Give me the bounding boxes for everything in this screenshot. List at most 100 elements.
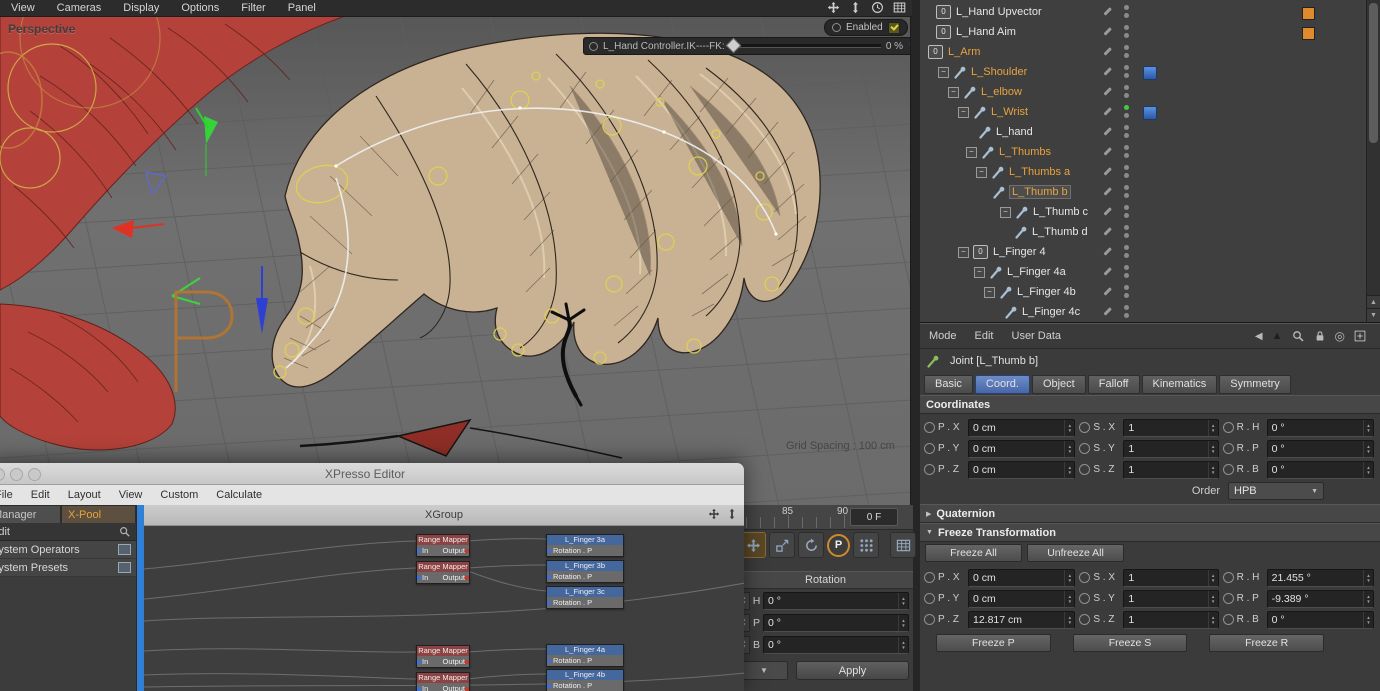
menu-item[interactable]: Filter — [230, 0, 276, 16]
keyframe-circle-icon[interactable] — [1079, 422, 1090, 433]
output-port[interactable] — [465, 687, 469, 691]
updown-icon[interactable] — [849, 1, 862, 14]
field-stepper[interactable]: ▲▼ — [898, 593, 908, 609]
value-input[interactable]: 0 cm ▲▼ — [968, 590, 1075, 608]
menu-item[interactable]: Custom — [151, 489, 207, 501]
range-mapper-node[interactable]: Range Mapper In Output — [416, 672, 470, 691]
menu-item[interactable]: View — [110, 489, 152, 501]
field-stepper[interactable]: ▲▼ — [898, 637, 908, 653]
visibility-dots[interactable] — [1124, 45, 1129, 58]
pool-search-bar[interactable]: Edit — [0, 523, 136, 541]
visibility-dots[interactable] — [1124, 245, 1129, 258]
value-input[interactable]: 1 ▲▼ — [1123, 440, 1218, 458]
ikfk-slider-track[interactable] — [730, 44, 881, 48]
edit-pencil-icon[interactable] — [1102, 67, 1111, 76]
keyframe-circle-icon[interactable] — [1223, 422, 1234, 433]
visibility-dots[interactable] — [1124, 125, 1129, 138]
object-node[interactable]: L_Finger 3a Rotation . P — [546, 534, 624, 557]
object-label[interactable]: L_Wrist — [991, 106, 1028, 118]
freeze-section-header[interactable]: ▼ Freeze Transformation — [920, 523, 1380, 542]
field-stepper[interactable]: ▲▼ — [1064, 420, 1074, 436]
visibility-dots[interactable] — [1124, 185, 1129, 198]
unfreeze-all-button[interactable]: Unfreeze All — [1027, 544, 1124, 562]
field-stepper[interactable]: ▲▼ — [1064, 441, 1074, 457]
field-stepper[interactable]: ▲▼ — [1064, 591, 1074, 607]
parent-axis-icon[interactable]: P — [827, 534, 850, 557]
rotation-input[interactable]: 0 ° ▲▼ — [763, 636, 909, 654]
range-mapper-node[interactable]: Range Mapper In Output — [416, 561, 470, 584]
edit-pencil-icon[interactable] — [1102, 227, 1111, 236]
value-input[interactable]: 1 ▲▼ — [1123, 461, 1218, 479]
rotation-input[interactable]: 0 ° ▲▼ — [763, 614, 909, 632]
keyframe-circle-icon[interactable] — [1079, 443, 1090, 454]
object-label[interactable]: L_Hand Upvector — [956, 6, 1042, 18]
lock-icon[interactable] — [1314, 330, 1326, 342]
output-port[interactable] — [465, 549, 469, 553]
node-ports[interactable]: Rotation . P — [547, 545, 623, 556]
field-stepper[interactable]: ▲▼ — [1208, 591, 1218, 607]
menu-item[interactable]: User Data — [1003, 330, 1071, 342]
value-input[interactable]: 1 ▲▼ — [1123, 419, 1218, 437]
freeze-all-button[interactable]: Freeze All — [925, 544, 1022, 562]
node-canvas[interactable]: Range Mapper In Output Range Mapp — [144, 525, 744, 691]
current-frame-field[interactable]: 0 F — [850, 508, 898, 526]
node-ports[interactable]: In Output — [417, 683, 469, 691]
field-stepper[interactable]: ▲▼ — [1208, 570, 1218, 586]
node-ports[interactable]: In Output — [417, 545, 469, 556]
ikfk-enabled-control[interactable]: Enabled — [824, 19, 908, 36]
edit-pencil-icon[interactable] — [1102, 207, 1111, 216]
menu-item[interactable]: Calculate — [207, 489, 271, 501]
expand-toggle-icon[interactable]: − — [938, 67, 949, 78]
expand-toggle-icon[interactable]: − — [984, 287, 995, 298]
minimize-traffic-light[interactable] — [10, 468, 23, 481]
object-tree-row[interactable]: − L_Finger 4b — [920, 282, 1367, 302]
object-tree-row[interactable]: − L_elbow — [920, 82, 1367, 102]
value-input[interactable]: 21.455 ° ▲▼ — [1267, 569, 1374, 587]
close-traffic-light[interactable] — [0, 468, 5, 481]
scroll-down-icon[interactable]: ▼ — [1367, 308, 1380, 322]
object-tree-row[interactable]: − L_Finger 4a — [920, 262, 1367, 282]
keyframe-circle-icon[interactable] — [1223, 614, 1234, 625]
keyframe-circle-icon[interactable] — [1079, 464, 1090, 475]
object-label[interactable]: L_Finger 4a — [1007, 266, 1066, 278]
value-input[interactable]: 1 ▲▼ — [1123, 590, 1218, 608]
object-node[interactable]: L_Finger 4a Rotation . P — [546, 644, 624, 667]
ik-tag-icon[interactable] — [1143, 106, 1157, 120]
attribute-tab[interactable]: Symmetry — [1219, 375, 1291, 394]
object-label[interactable]: L_Thumb c — [1033, 206, 1088, 218]
object-tree-row[interactable]: − L_Shoulder — [920, 62, 1367, 82]
ikfk-slider-control[interactable]: L_Hand Controller.IK----FK: 0 % ▼ — [583, 37, 912, 55]
value-input[interactable]: 0 cm ▲▼ — [968, 569, 1075, 587]
value-input[interactable]: 0 cm ▲▼ — [968, 419, 1075, 437]
enabled-checkbox[interactable] — [888, 22, 900, 34]
node-ports[interactable]: Rotation . P — [547, 655, 623, 666]
edit-pencil-icon[interactable] — [1102, 267, 1111, 276]
expand-toggle-icon[interactable]: − — [974, 267, 985, 278]
field-stepper[interactable]: ▲▼ — [1363, 420, 1373, 436]
apply-button[interactable]: Apply — [796, 661, 909, 680]
pool-list-item[interactable]: System Presets — [0, 559, 136, 577]
keyframe-circle-icon[interactable] — [1223, 593, 1234, 604]
object-tree-row[interactable]: 0 L_Hand Aim — [920, 22, 1367, 42]
expanded-arrow-icon[interactable]: ▼ — [926, 529, 933, 536]
value-input[interactable]: 1 ▲▼ — [1123, 611, 1218, 629]
edit-pencil-icon[interactable] — [1102, 107, 1111, 116]
object-label[interactable]: L_Shoulder — [971, 66, 1027, 78]
field-stepper[interactable]: ▲▼ — [1363, 591, 1373, 607]
menu-item[interactable]: Display — [112, 0, 170, 16]
keyframe-circle-icon[interactable] — [924, 464, 935, 475]
updown-icon[interactable] — [726, 508, 738, 520]
ikfk-slider-knob[interactable] — [725, 38, 741, 54]
expand-toggle-icon[interactable]: − — [948, 87, 959, 98]
output-port[interactable] — [465, 576, 469, 580]
object-tree-row[interactable]: − L_Wrist — [920, 102, 1367, 122]
viewport-label[interactable]: Perspective — [8, 22, 75, 36]
visibility-dots[interactable] — [1124, 65, 1129, 78]
object-label[interactable]: L_Thumbs a — [1009, 166, 1070, 178]
field-stepper[interactable]: ▲▼ — [1208, 441, 1218, 457]
edit-pencil-icon[interactable] — [1102, 47, 1111, 56]
field-stepper[interactable]: ▲▼ — [1064, 612, 1074, 628]
keyframe-circle-icon[interactable] — [1223, 443, 1234, 454]
expand-toggle-icon[interactable]: − — [958, 247, 969, 258]
menu-item[interactable]: Edit — [22, 489, 59, 501]
